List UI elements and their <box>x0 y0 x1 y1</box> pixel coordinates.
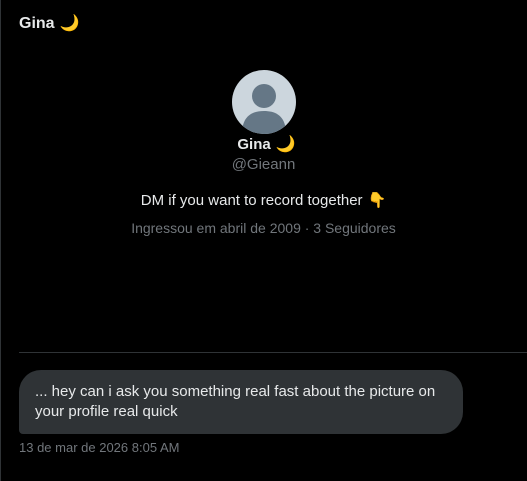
message-timestamp: 13 de mar de 2026 8:05 AM <box>19 440 180 455</box>
profile-card[interactable]: Gina 🌙 @Gieann DM if you want to record … <box>0 70 527 236</box>
message-text: ... hey can i ask you something real fas… <box>35 383 436 420</box>
pointing-down-icon: 👇 <box>367 192 387 209</box>
crescent-moon-icon: 🌙 <box>275 135 296 153</box>
default-avatar-icon <box>241 84 286 134</box>
profile-bio: DM if you want to record together 👇 <box>140 191 387 210</box>
profile-name-text[interactable]: Gina <box>237 136 270 153</box>
header-title: Gina <box>19 15 55 32</box>
profile-name[interactable]: Gina 🌙 <box>237 136 295 153</box>
message-bubble[interactable]: ... hey can i ask you something real fas… <box>19 370 463 434</box>
profile-handle[interactable]: @Gieann <box>232 156 296 173</box>
profile-bio-text: DM if you want to record together <box>140 191 363 209</box>
conversation-header: Gina 🌙 <box>19 12 79 36</box>
crescent-moon-icon: 🌙 <box>59 15 80 32</box>
divider <box>19 352 527 353</box>
avatar[interactable] <box>231 70 296 134</box>
profile-meta: Ingressou em abril de 2009 · 3 Seguidore… <box>131 220 396 236</box>
